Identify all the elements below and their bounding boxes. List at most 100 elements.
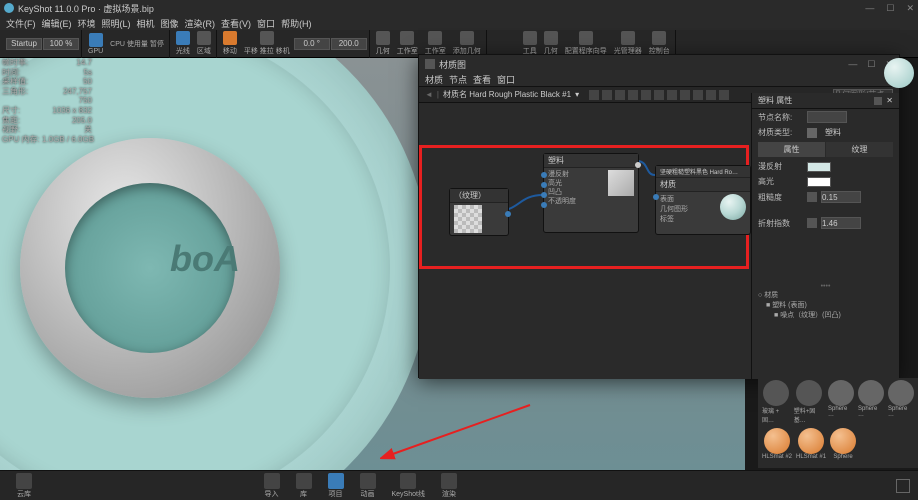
project-button[interactable]: 项目 (328, 473, 344, 499)
geom2-icon (544, 31, 558, 45)
lib-sphere-1[interactable]: 塑料+固基… (794, 380, 824, 424)
panel-tab-view[interactable]: 查看 (473, 73, 491, 86)
pan-button[interactable]: 平移 推拉 移机 (241, 30, 293, 57)
tree-item-1[interactable]: ■ 塑料 (表面) (758, 300, 893, 310)
tb-icon-7[interactable] (667, 90, 677, 100)
roughness-input[interactable] (821, 191, 861, 203)
mm-input[interactable] (331, 38, 367, 50)
node-texture[interactable]: （纹理） (449, 188, 509, 236)
lightmgr-button[interactable]: 光管理器 (611, 30, 645, 57)
studio-button[interactable]: 工作室 (394, 30, 421, 57)
lib-sphere-6[interactable]: HLSmat #1 (796, 428, 826, 460)
panel-tab-node[interactable]: 节点 (449, 73, 467, 86)
lib-sphere-0[interactable]: 玻璃 + 固… (762, 380, 790, 424)
panel-max-icon[interactable]: ☐ (867, 59, 875, 70)
plastic-in-4[interactable] (541, 202, 547, 208)
texture-out-port[interactable] (505, 211, 511, 217)
refresh-button[interactable]: 移动 (220, 30, 240, 57)
specular-swatch[interactable] (807, 177, 831, 187)
menu-light[interactable]: 照明(L) (100, 17, 133, 30)
props-tab-attr[interactable]: 属性 (758, 142, 825, 157)
diffuse-swatch[interactable] (807, 162, 831, 172)
node-plastic[interactable]: 塑料 漫反射 高光 凹凸 不透明度 (543, 153, 639, 233)
menu-edit[interactable]: 编辑(E) (40, 17, 74, 30)
fullscreen-icon[interactable] (896, 479, 910, 493)
menu-window[interactable]: 窗口 (255, 17, 277, 30)
startup-input[interactable] (6, 38, 42, 50)
tb-icon-2[interactable] (602, 90, 612, 100)
plastic-in-2[interactable] (541, 182, 547, 188)
tree-item-0[interactable]: ○ 材质 (758, 290, 893, 300)
plastic-out[interactable] (635, 162, 641, 168)
plastic-in-3[interactable] (541, 192, 547, 198)
console-button[interactable]: 控制台 (646, 30, 673, 57)
app-title: KeyShot 11.0.0 Pro · 虚拟场景.bip (18, 2, 154, 15)
ior-icon (807, 218, 817, 228)
deg-input[interactable] (294, 38, 330, 50)
gpu-button[interactable]: GPU (85, 32, 106, 56)
render-button[interactable]: 渲染 (441, 473, 457, 499)
tree-item-2[interactable]: ■ 噪点（纹理）(凹凸) (758, 310, 893, 320)
node-graph[interactable]: （纹理） 塑料 漫反射 高光 凹凸 不透明度 坚硬粗糙塑料黑色 Hard R (419, 103, 753, 379)
lib-sphere-3[interactable]: Sphere … (858, 380, 884, 424)
menu-camera[interactable]: 相机 (135, 17, 157, 30)
panel-tab-window[interactable]: 窗口 (497, 73, 515, 86)
config-button[interactable]: 配置程序向导 (562, 30, 610, 57)
menu-env[interactable]: 环境 (76, 17, 98, 30)
render-icon (441, 473, 457, 489)
studio-icon (400, 31, 414, 45)
back-icon[interactable]: ◄ (425, 90, 433, 99)
material-in[interactable] (653, 194, 659, 200)
plastic-in-1[interactable] (541, 172, 547, 178)
dropdown-icon[interactable]: ▾ (575, 90, 579, 99)
props-tab-tex[interactable]: 纹理 (826, 142, 893, 157)
anim-button[interactable]: 动画 (360, 473, 376, 499)
mat-name: 材质名 Hard Rough Plastic Black #1 (443, 89, 571, 100)
maximize-icon[interactable]: ☐ (886, 3, 894, 14)
region-icon (197, 31, 211, 45)
studio2-button[interactable]: 工作室 (422, 30, 449, 57)
ray-button[interactable]: 光线 (173, 30, 193, 57)
tb-icon-3[interactable] (615, 90, 625, 100)
pct-input[interactable] (43, 38, 79, 50)
geom2-button[interactable]: 几何 (541, 30, 561, 57)
menu-render[interactable]: 渲染(R) (183, 17, 218, 30)
library-button[interactable]: 库 (296, 473, 312, 499)
menu-view[interactable]: 查看(V) (219, 17, 253, 30)
region-button[interactable]: 区域 (194, 30, 214, 57)
minimize-icon[interactable]: — (865, 3, 874, 14)
tb-icon-9[interactable] (693, 90, 703, 100)
tb-icon-11[interactable] (719, 90, 729, 100)
lib-sphere-5[interactable]: HLSmat #2 (762, 428, 792, 460)
tb-icon-1[interactable] (589, 90, 599, 100)
library-icon (296, 473, 312, 489)
import-icon (264, 473, 280, 489)
menu-image[interactable]: 图像 (159, 17, 181, 30)
close-icon[interactable]: ✕ (906, 3, 914, 14)
tb-icon-8[interactable] (680, 90, 690, 100)
lib-sphere-4[interactable]: Sphere … (888, 380, 914, 424)
lib-sphere-7[interactable]: Sphere (830, 428, 856, 460)
tb-icon-5[interactable] (641, 90, 651, 100)
node-name-input[interactable] (807, 111, 847, 123)
tb-icon-6[interactable] (654, 90, 664, 100)
node-material[interactable]: 坚硬粗糙塑料黑色 Hard Ro… 材质 表面 几何图形 标签 (655, 165, 751, 235)
geom-button[interactable]: 几何 (373, 30, 393, 57)
panel-tab-mat[interactable]: 材质 (425, 73, 443, 86)
menu-file[interactable]: 文件(F) (4, 17, 38, 30)
cloud-button[interactable]: 云库 (16, 473, 32, 499)
lib-sphere-2[interactable]: Sphere … (828, 380, 854, 424)
pin-icon[interactable] (874, 97, 882, 105)
tb-icon-4[interactable] (628, 90, 638, 100)
props-close-icon[interactable]: ✕ (886, 96, 893, 105)
menu-help[interactable]: 帮助(H) (279, 17, 314, 30)
ksweb-button[interactable]: KeyShot线 (392, 473, 425, 499)
panel-min-icon[interactable]: — (848, 59, 857, 70)
ior-input[interactable] (821, 217, 861, 229)
titlebar: KeyShot 11.0.0 Pro · 虚拟场景.bip — ☐ ✕ (0, 0, 918, 16)
addgeom-button[interactable]: 添加几何 (450, 30, 484, 57)
fwd-icon[interactable]: | (437, 90, 439, 99)
tools-button[interactable]: 工具 (520, 30, 540, 57)
tb-icon-10[interactable] (706, 90, 716, 100)
import-button[interactable]: 导入 (264, 473, 280, 499)
